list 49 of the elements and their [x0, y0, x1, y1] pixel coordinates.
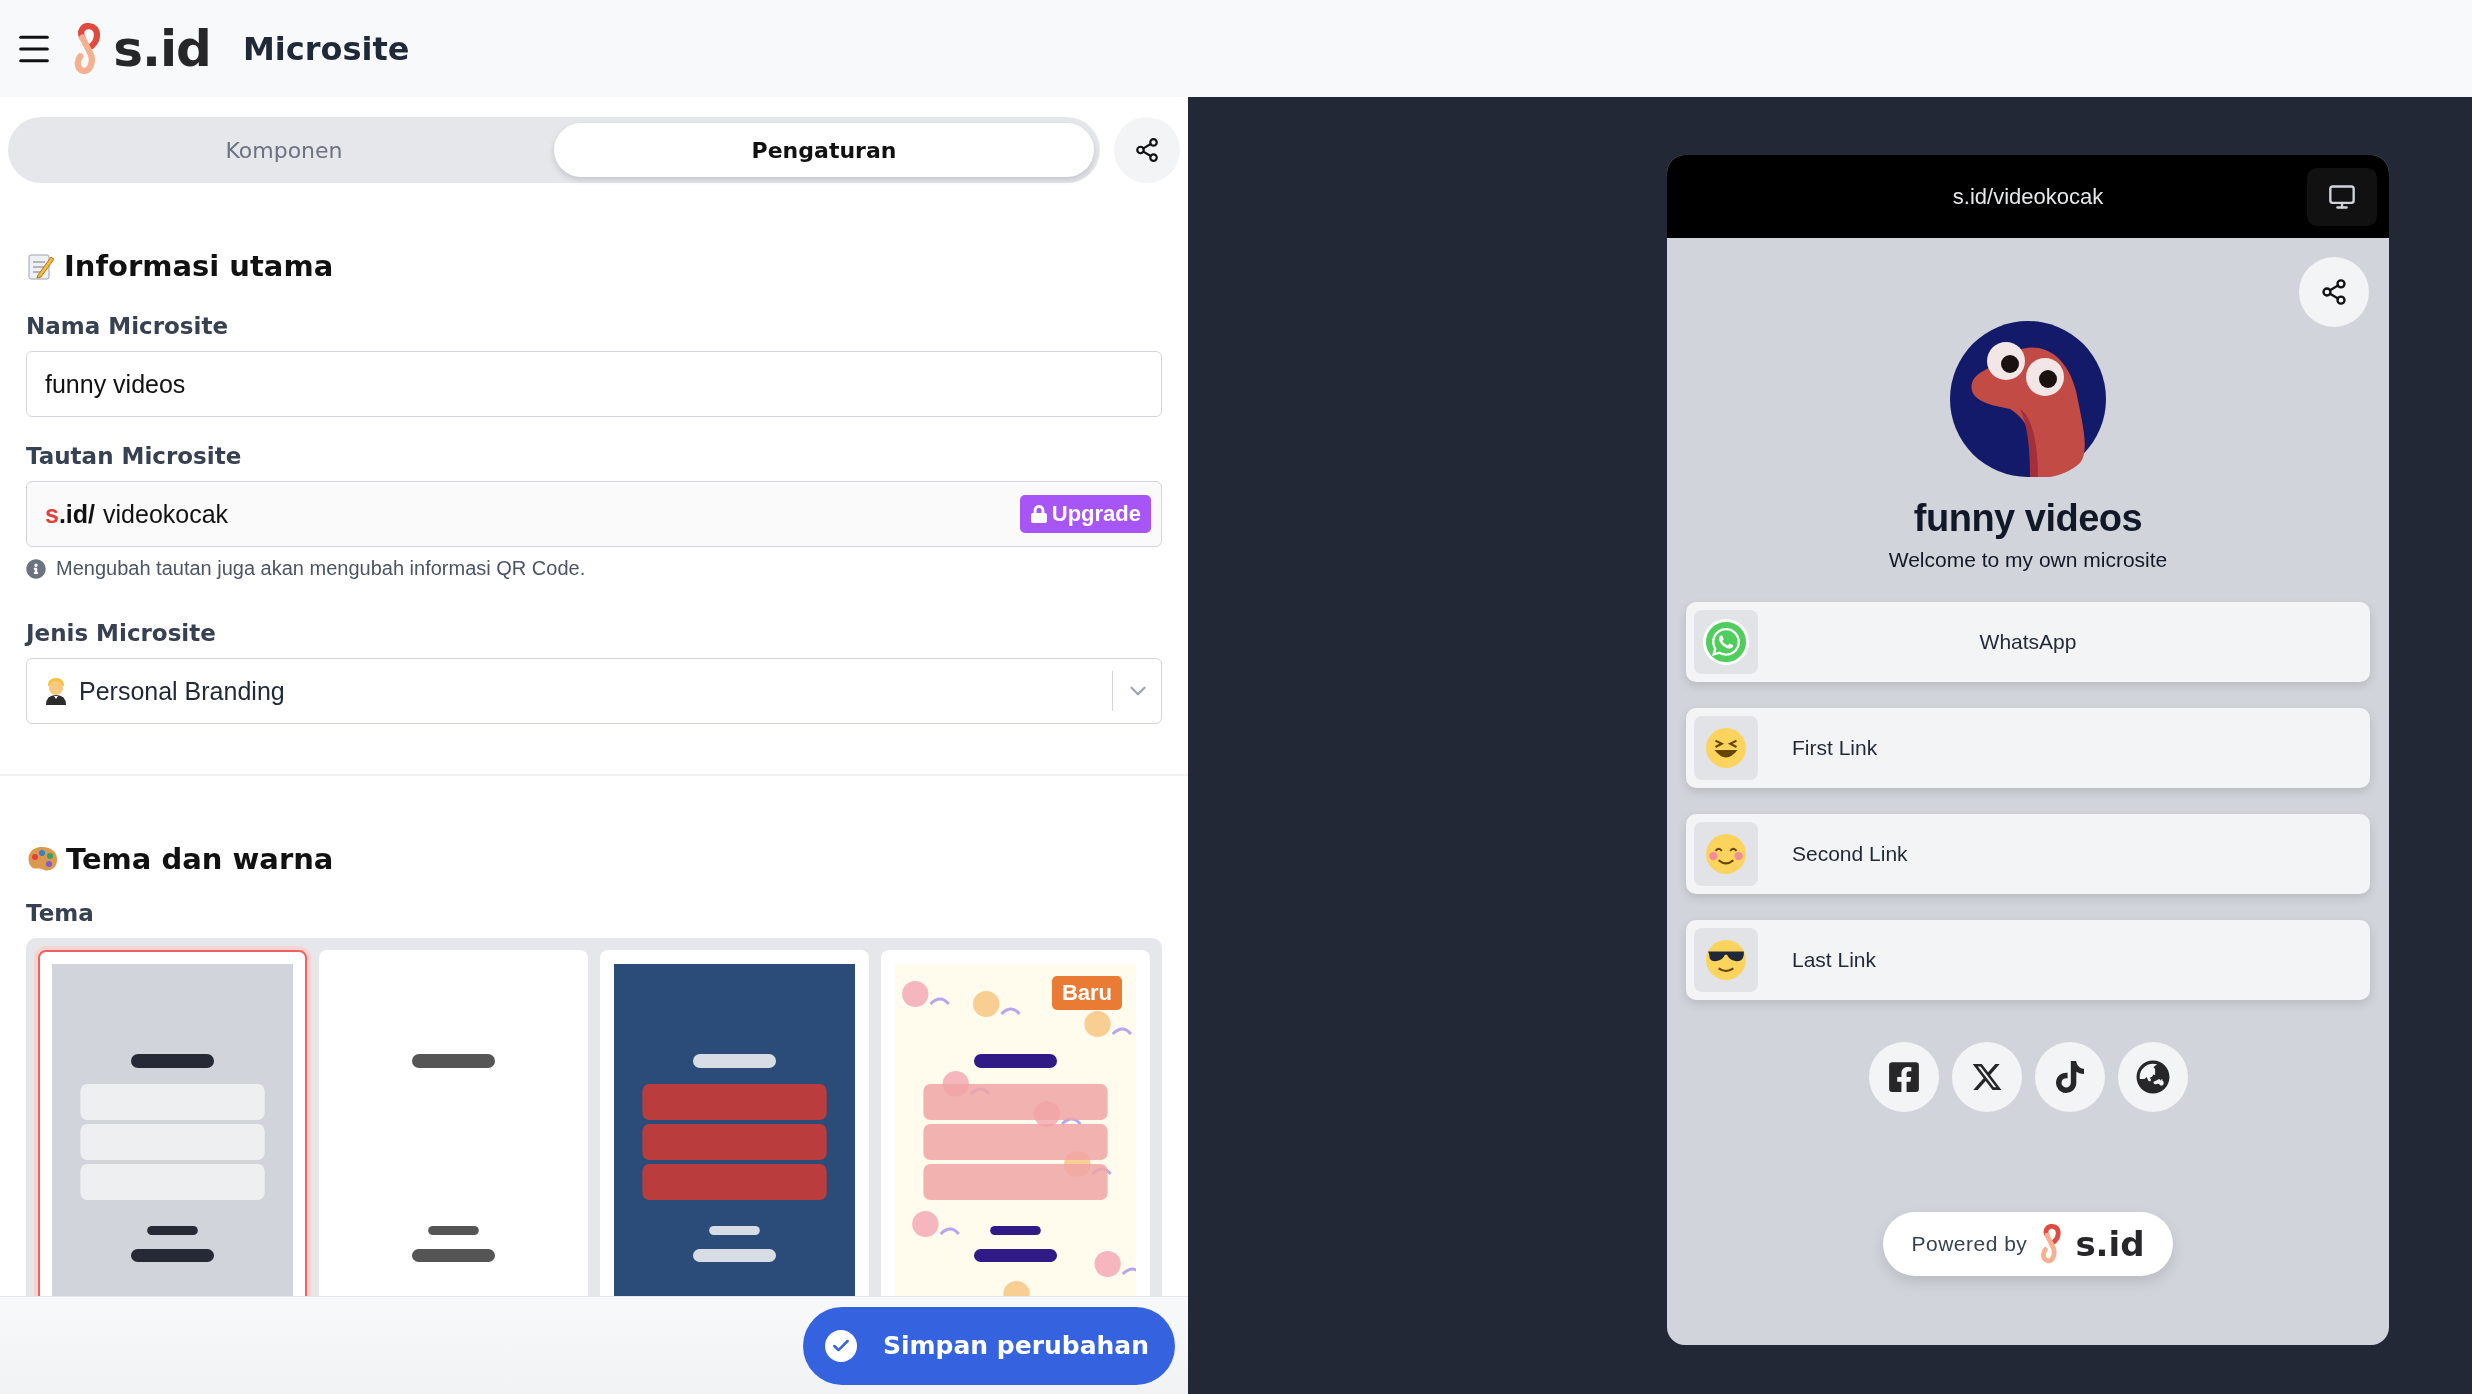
person-icon [45, 677, 67, 705]
profile-name: funny videos [1913, 497, 2143, 540]
tab[interactable]: Pengaturan [554, 123, 1094, 177]
logo-icon [2039, 1224, 2064, 1264]
sunglasses-face-icon [1705, 939, 1747, 981]
x-icon [1970, 1061, 2003, 1093]
preview-url: s.id/videokocak [1952, 183, 2104, 210]
profile-bio: Welcome to my own microsite [1888, 548, 2168, 572]
check-icon [824, 1329, 857, 1362]
section-heading: Tema dan warna [66, 842, 334, 876]
link-value: videokocak [103, 499, 230, 529]
new-badge: Baru [1051, 976, 1122, 1010]
select-value: Personal Branding [79, 676, 286, 706]
save-button[interactable]: Simpan perubahan [802, 1306, 1175, 1385]
tiktok-icon [2053, 1061, 2086, 1093]
smiling-face-icon [1705, 833, 1747, 875]
field-label: Nama Microsite [26, 313, 229, 339]
section-heading: Informasi utama [64, 249, 334, 283]
type-select[interactable]: Personal Branding [26, 658, 1162, 724]
tab[interactable]: Komponen [14, 123, 554, 177]
logo-text: s.id [2075, 1224, 2145, 1264]
link-prefix: s.id/ [45, 499, 95, 529]
lock-icon [1029, 505, 1048, 523]
field-label: Jenis Microsite [26, 620, 217, 646]
whatsapp-icon [1703, 619, 1749, 665]
name-field[interactable]: funny videos [26, 351, 1162, 417]
laughing-face-icon [1705, 727, 1747, 769]
field-label: Tema [26, 900, 95, 926]
link-field[interactable]: s.id/ videokocak Upgrade [26, 481, 1162, 547]
link-button[interactable]: First Link [1686, 708, 2370, 788]
notepad-pencil-icon [26, 251, 56, 281]
monitor-icon [2328, 183, 2356, 211]
share-icon [1134, 137, 1160, 163]
logo-text: s.id [113, 19, 211, 78]
field-label: Tautan Microsite [26, 443, 243, 469]
upgrade-button[interactable]: Upgrade [1019, 495, 1151, 533]
info-icon [26, 558, 46, 579]
link-button[interactable]: Second Link [1686, 814, 2370, 894]
facebook-icon [1886, 1060, 1921, 1094]
powered-by-text: Powered by [1911, 1232, 2028, 1256]
hint-text: Mengubah tautan juga akan mengubah informasi QR Code. [56, 557, 586, 580]
globe-icon [2135, 1060, 2170, 1094]
device-toggle-button[interactable] [2307, 168, 2377, 226]
link-button[interactable]: Last Link [1686, 920, 2370, 1000]
page-title: Microsite [242, 29, 410, 68]
link-button[interactable]: WhatsApp [1686, 602, 2370, 682]
share-icon [2320, 278, 2348, 306]
palette-icon [26, 845, 58, 873]
powered-by-badge[interactable]: Powered by s.id [1883, 1212, 2173, 1276]
